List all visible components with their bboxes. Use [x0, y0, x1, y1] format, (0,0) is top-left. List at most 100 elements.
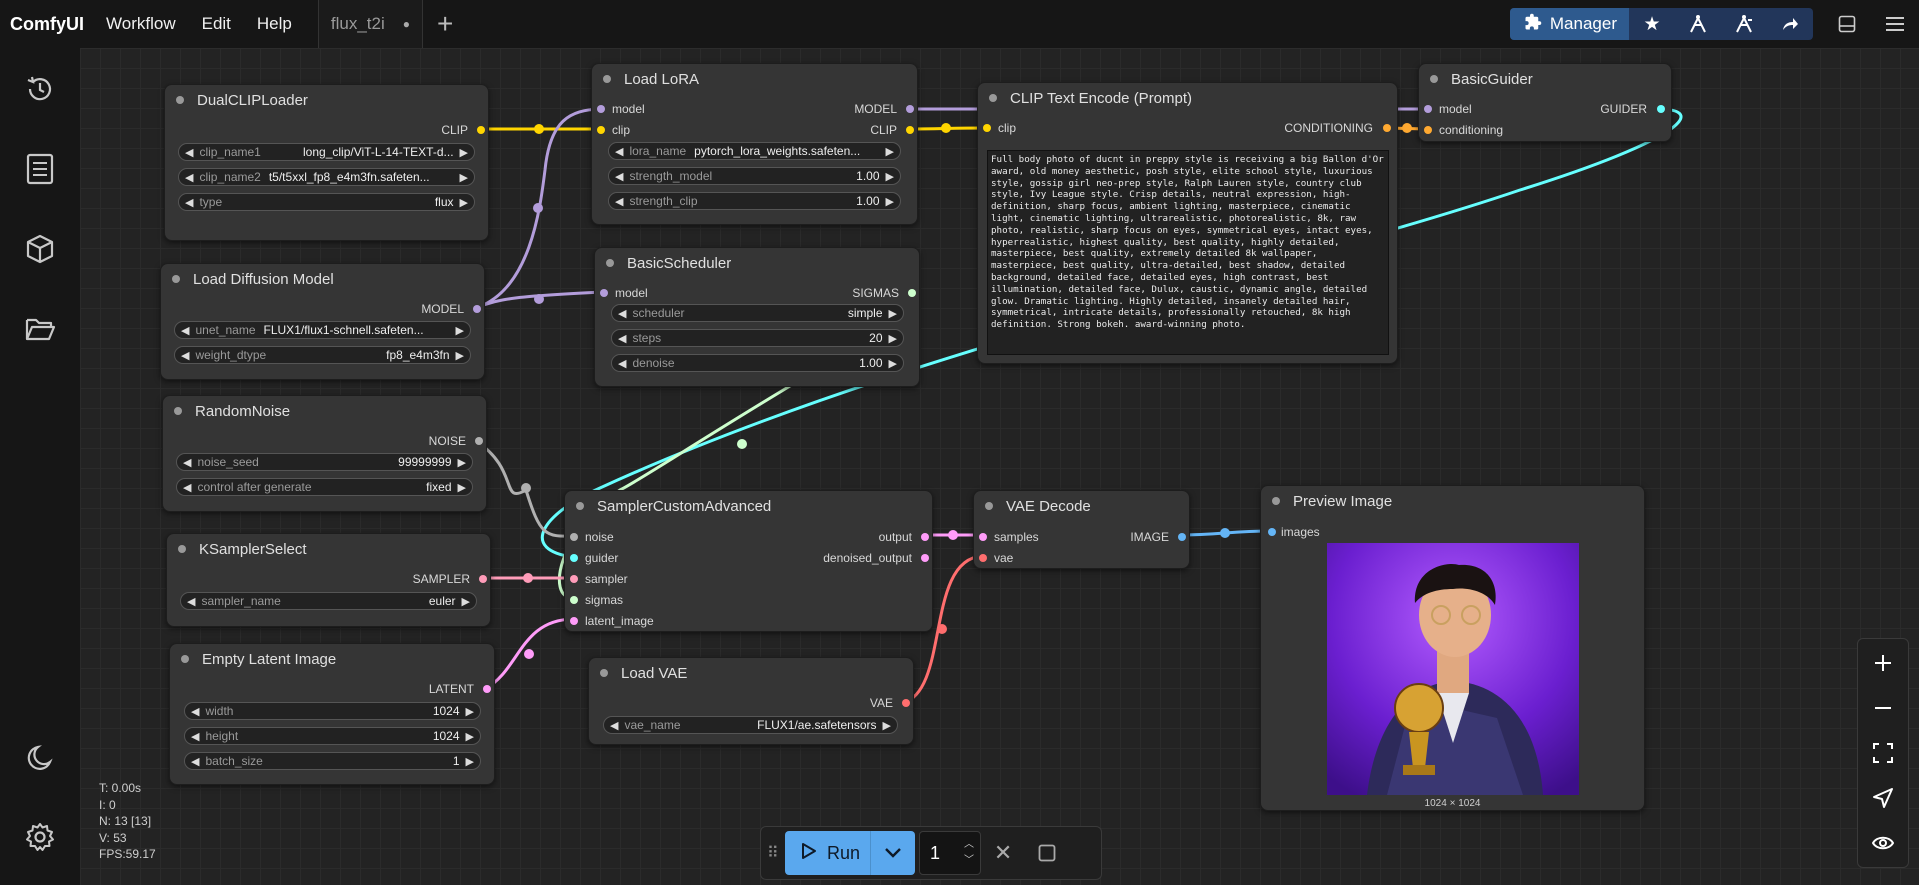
output-denoised-pin[interactable]	[921, 554, 929, 562]
output-guider-pin[interactable]	[1657, 105, 1665, 113]
queue-icon[interactable]	[0, 139, 80, 199]
batch-count-input[interactable]: 1 ︿ ﹀	[919, 831, 982, 875]
collapse-dot[interactable]	[576, 502, 584, 510]
output-clip-pin[interactable]	[477, 126, 485, 134]
widget-weight-dtype[interactable]: ◀ weight_dtype fp8_e4m3fn ▶	[174, 346, 471, 364]
input-latent-image-pin[interactable]	[570, 617, 578, 625]
history-icon[interactable]	[0, 59, 80, 119]
input-model-pin[interactable]	[597, 105, 605, 113]
widget-strength-model[interactable]: ◀ strength_model 1.00 ▶	[608, 167, 901, 185]
output-output-pin[interactable]	[921, 533, 929, 541]
node-title[interactable]: Preview Image	[1261, 486, 1644, 516]
widget-lora-name[interactable]: ◀ lora_name pytorch_lora_weights.safeten..…	[608, 142, 901, 160]
node-title[interactable]: RandomNoise	[163, 396, 486, 426]
folder-icon[interactable]	[0, 299, 80, 359]
node-title[interactable]: CLIP Text Encode (Prompt)	[978, 83, 1397, 113]
widget-unet-name[interactable]: ◀ unet_name FLUX1/flux1-schnell.safeten...…	[174, 321, 471, 339]
new-tab-button[interactable]: +	[437, 8, 453, 40]
widget-control-after-generate[interactable]: ◀ control after generate fixed ▶	[176, 478, 473, 496]
node-sampler-custom-advanced[interactable]: SamplerCustomAdvanced noise guider sampl…	[564, 490, 933, 632]
person-icon[interactable]	[1675, 8, 1721, 40]
plus-icon[interactable]	[1858, 641, 1908, 685]
menu-workflow[interactable]: Workflow	[106, 14, 176, 34]
moon-icon[interactable]	[0, 728, 80, 788]
widget-scheduler[interactable]: ◀ scheduler simple ▶	[611, 304, 904, 322]
widget-batch-size[interactable]: ◀ batch_size 1 ▶	[184, 752, 481, 770]
menu-edit[interactable]: Edit	[202, 14, 231, 34]
input-clip-pin[interactable]	[983, 124, 991, 132]
navigate-icon[interactable]	[1858, 776, 1908, 820]
node-load-vae[interactable]: Load VAE VAE ◀ vae_name FLUX1/ae.safetenso…	[588, 657, 914, 745]
input-noise-pin[interactable]	[570, 533, 578, 541]
unsaved-indicator[interactable]: ●	[403, 17, 410, 31]
node-basic-guider[interactable]: BasicGuider model conditioning GUIDER	[1418, 63, 1672, 142]
share-icon[interactable]	[1767, 8, 1813, 40]
collapse-dot[interactable]	[1272, 497, 1280, 505]
node-title[interactable]: VAE Decode	[974, 491, 1189, 521]
node-load-lora[interactable]: Load LoRA model clip MODEL CLIP ◀ lora_na…	[591, 63, 918, 225]
input-model-pin[interactable]	[1424, 105, 1432, 113]
widget-noise-seed[interactable]: ◀ noise_seed 99999999 ▶	[176, 453, 473, 471]
spinner[interactable]: ︿ ﹀	[964, 837, 974, 869]
output-sigmas-pin[interactable]	[908, 289, 916, 297]
manager-button[interactable]: Manager	[1509, 8, 1629, 40]
workflow-tab[interactable]: flux_t2i ●	[318, 0, 422, 48]
node-dualcliploader[interactable]: DualCLIPLoader CLIP ◀ clip_name1 long_clip…	[164, 84, 489, 241]
node-title[interactable]: SamplerCustomAdvanced	[565, 491, 932, 521]
node-load-diffusion-model[interactable]: Load Diffusion Model MODEL ◀ unet_name FLU…	[160, 263, 485, 380]
node-title[interactable]: Load Diffusion Model	[161, 264, 484, 294]
collapse-dot[interactable]	[176, 96, 184, 104]
widget-sampler-name[interactable]: ◀ sampler_name euler ▶	[180, 592, 477, 610]
menu-help[interactable]: Help	[257, 14, 292, 34]
output-sampler-pin[interactable]	[479, 575, 487, 583]
collapse-dot[interactable]	[181, 655, 189, 663]
widget-height[interactable]: ◀ height 1024 ▶	[184, 727, 481, 745]
minus-icon[interactable]	[1858, 686, 1908, 730]
stop-icon[interactable]	[1025, 831, 1069, 875]
node-clip-text-encode[interactable]: CLIP Text Encode (Prompt) clip CONDITION…	[977, 82, 1398, 364]
input-conditioning-pin[interactable]	[1424, 126, 1432, 134]
input-guider-pin[interactable]	[570, 554, 578, 562]
input-images-pin[interactable]	[1268, 528, 1276, 536]
node-random-noise[interactable]: RandomNoise NOISE ◀ noise_seed 99999999 ▶ ◀…	[162, 395, 487, 512]
chevron-down-icon[interactable]	[870, 831, 915, 875]
input-sampler-pin[interactable]	[570, 575, 578, 583]
run-button[interactable]: Run	[785, 831, 870, 875]
chevron-up-icon[interactable]: ︿	[964, 837, 974, 853]
output-conditioning-pin[interactable]	[1383, 124, 1391, 132]
output-latent-pin[interactable]	[483, 685, 491, 693]
collapse-dot[interactable]	[172, 275, 180, 283]
widget-type[interactable]: ◀ type flux ▶	[178, 193, 475, 211]
collapse-dot[interactable]	[985, 502, 993, 510]
node-title[interactable]: BasicScheduler	[595, 248, 919, 278]
node-title[interactable]: Empty Latent Image	[170, 644, 494, 674]
panel-icon[interactable]	[1823, 0, 1871, 48]
close-icon[interactable]: ✕	[981, 831, 1025, 875]
collapse-dot[interactable]	[178, 545, 186, 553]
widget-strength-clip[interactable]: ◀ strength_clip 1.00 ▶	[608, 192, 901, 210]
preview-image[interactable]	[1327, 543, 1579, 795]
node-title[interactable]: Load LoRA	[592, 64, 917, 94]
input-model-pin[interactable]	[600, 289, 608, 297]
chevron-down-icon[interactable]: ﹀	[964, 853, 974, 869]
widget-vae-name[interactable]: ◀ vae_name FLUX1/ae.safetensors ▶	[603, 716, 898, 734]
app-logo[interactable]: ComfyUI	[10, 14, 84, 35]
star-icon[interactable]: ★	[1629, 8, 1675, 40]
eye-icon[interactable]	[1858, 821, 1908, 865]
collapse-dot[interactable]	[1430, 75, 1438, 83]
output-model-pin[interactable]	[906, 105, 914, 113]
prompt-textarea[interactable]: Full body photo of ducnt in preppy style…	[987, 150, 1389, 355]
node-title[interactable]: Load VAE	[589, 658, 913, 688]
node-vae-decode[interactable]: VAE Decode samples vae IMAGE	[973, 490, 1190, 569]
widget-steps[interactable]: ◀ steps 20 ▶	[611, 329, 904, 347]
widget-clip-name2[interactable]: ◀ clip_name2 t5/t5xxl_fp8_e4m3fn.safeten..…	[178, 168, 475, 186]
node-preview-image[interactable]: Preview Image images 1024 × 1024	[1260, 485, 1645, 811]
person-icon[interactable]	[1721, 8, 1767, 40]
input-clip-pin[interactable]	[597, 126, 605, 134]
collapse-dot[interactable]	[603, 75, 611, 83]
output-vae-pin[interactable]	[902, 699, 910, 707]
output-model-pin[interactable]	[473, 305, 481, 313]
hamburger-icon[interactable]	[1871, 0, 1919, 48]
output-clip-pin[interactable]	[906, 126, 914, 134]
input-samples-pin[interactable]	[979, 533, 987, 541]
